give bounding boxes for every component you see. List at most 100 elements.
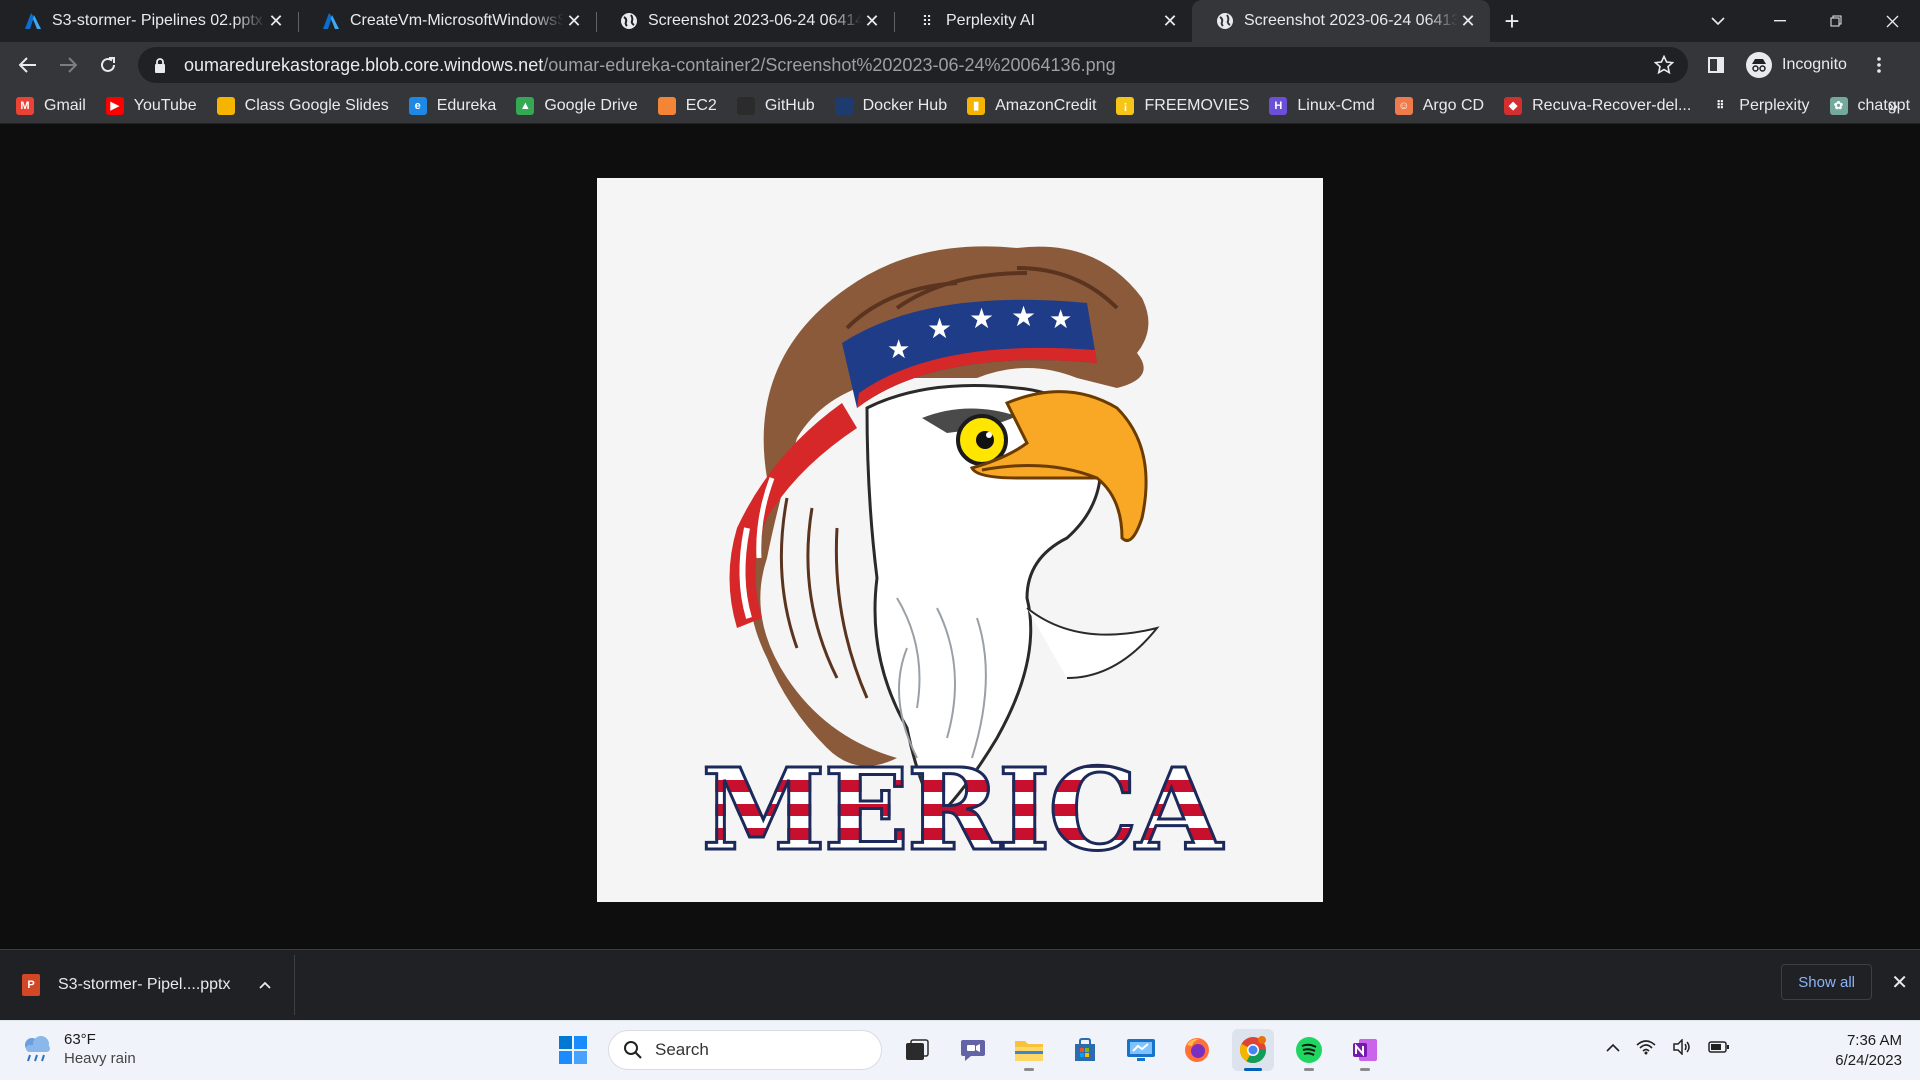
download-file-name: S3-stormer- Pipel....pptx	[58, 976, 231, 993]
bookmark-label: EC2	[685, 96, 717, 114]
close-icon[interactable]: ✕	[266, 11, 286, 31]
bookmark-item[interactable]: GitHub	[736, 96, 815, 115]
bookmarks-overflow-button[interactable]: »	[1888, 96, 1898, 117]
browser-tab-active[interactable]: Screenshot 2023-06-24 064136.p ✕	[1192, 0, 1490, 42]
star-icon[interactable]	[1654, 55, 1674, 75]
search-icon	[624, 1041, 642, 1059]
tab-search-button[interactable]	[1696, 0, 1740, 42]
firefox-icon[interactable]	[1176, 1029, 1218, 1071]
show-all-button[interactable]: Show all	[1781, 964, 1872, 1000]
bookmark-item[interactable]: Docker Hub	[834, 96, 948, 115]
bookmark-item[interactable]: H Linux-Cmd	[1269, 96, 1375, 115]
bookmark-item[interactable]: ⠿ Perplexity	[1711, 96, 1810, 115]
remote-desktop-icon[interactable]	[1120, 1029, 1162, 1071]
close-icon[interactable]: ✕	[1458, 11, 1478, 31]
bookmark-item[interactable]: EC2	[657, 96, 717, 115]
arrow-right-icon	[60, 57, 77, 73]
perplexity-icon: ⠿	[921, 12, 933, 29]
browser-tab[interactable]: ⠿ Perplexity AI ✕	[894, 0, 1192, 42]
taskbar-search[interactable]: Search	[608, 1030, 882, 1070]
download-shelf: P S3-stormer- Pipel....pptx Show all ✕	[0, 949, 1920, 1020]
taskbar-clock[interactable]: 7:36 AM 6/24/2023	[1835, 1031, 1902, 1071]
browser-tab[interactable]: Screenshot 2023-06-24 064148.p ✕	[596, 0, 894, 42]
svg-text:★: ★	[1049, 305, 1072, 335]
close-window-button[interactable]	[1864, 0, 1920, 42]
bookmark-label: FREEMOVIES	[1144, 96, 1250, 114]
teams-chat-icon[interactable]	[952, 1029, 994, 1071]
chatgpt-icon: ✿	[1829, 96, 1848, 115]
displayed-image[interactable]: ★ ★ ★ ★ ★ MERICA	[597, 178, 1323, 902]
download-item[interactable]: P S3-stormer- Pipel....pptx	[0, 955, 295, 1015]
arrow-left-icon	[19, 57, 36, 73]
wifi-icon[interactable]	[1636, 1039, 1656, 1055]
bookmark-item[interactable]: e Edureka	[408, 96, 497, 115]
file-explorer-icon[interactable]	[1008, 1029, 1050, 1071]
apps-icon: ⠿	[1711, 96, 1730, 115]
close-icon[interactable]: ✕	[1891, 970, 1908, 995]
close-icon[interactable]: ✕	[1160, 11, 1180, 31]
volume-icon[interactable]	[1672, 1039, 1692, 1055]
tab-title: CreateVm-MicrosoftWindowsServ	[350, 12, 564, 29]
globe-icon	[1216, 12, 1234, 30]
bookmark-label: Docker Hub	[862, 96, 948, 114]
close-icon[interactable]: ✕	[862, 11, 882, 31]
battery-icon[interactable]	[1708, 1040, 1730, 1054]
taskbar-apps: Search	[552, 1029, 1386, 1071]
chevron-up-icon[interactable]	[1606, 1043, 1620, 1052]
chevron-down-icon	[1711, 16, 1725, 25]
minimize-button[interactable]	[1752, 0, 1808, 42]
svg-text:★: ★	[1011, 300, 1036, 333]
browser-tab[interactable]: CreateVm-MicrosoftWindowsServ ✕	[298, 0, 596, 42]
reload-icon	[101, 57, 115, 72]
bookmark-item[interactable]: ▶ YouTube	[105, 96, 197, 115]
onenote-icon[interactable]	[1344, 1029, 1386, 1071]
forward-button[interactable]	[48, 47, 88, 83]
incognito-profile-button[interactable]: Incognito	[1746, 52, 1847, 78]
bookmark-label: YouTube	[133, 96, 197, 114]
ec2-icon	[657, 96, 676, 115]
clock-time: 7:36 AM	[1846, 1032, 1902, 1049]
system-tray	[1606, 1039, 1730, 1055]
chrome-icon[interactable]	[1232, 1029, 1274, 1071]
close-icon[interactable]: ✕	[564, 11, 584, 31]
lock-icon[interactable]	[152, 57, 168, 73]
svg-text:★: ★	[887, 335, 910, 365]
back-button[interactable]	[8, 47, 48, 83]
url-host: oumaredurekastorage.blob.core.windows.ne…	[184, 54, 544, 75]
bookmark-item[interactable]: ▮ AmazonCredit	[967, 96, 1096, 115]
tab-title: S3-stormer- Pipelines 02.pptx - M	[52, 12, 266, 29]
start-button[interactable]	[552, 1029, 594, 1071]
kebab-menu-icon	[1877, 57, 1881, 73]
restore-button[interactable]	[1808, 0, 1864, 42]
bookmark-item[interactable]: Class Google Slides	[216, 96, 389, 115]
weather-temp: 63°F	[64, 1031, 96, 1048]
tab-strip: S3-stormer- Pipelines 02.pptx - M ✕ Crea…	[0, 0, 1920, 42]
windows-taskbar: 63°F Heavy rain Search 7:36 AM 6/24/2023	[0, 1020, 1920, 1080]
microsoft-store-icon[interactable]	[1064, 1029, 1106, 1071]
reload-button[interactable]	[88, 47, 128, 83]
side-panel-icon	[1708, 57, 1724, 73]
address-bar[interactable]: oumaredurekastorage.blob.core.windows.ne…	[138, 47, 1688, 83]
spotify-icon[interactable]	[1288, 1029, 1330, 1071]
powerpoint-file-icon: P	[22, 974, 40, 996]
weather-desc: Heavy rain	[64, 1050, 136, 1067]
bookmark-item[interactable]: ▲ Google Drive	[516, 96, 638, 115]
menu-button[interactable]	[1859, 47, 1899, 83]
bookmark-item[interactable]: ¡ FREEMOVIES	[1116, 96, 1250, 115]
bookmark-item[interactable]: M Gmail	[16, 96, 86, 115]
profile-label: Incognito	[1782, 56, 1847, 73]
bookmark-label: Edureka	[436, 96, 497, 114]
running-indicator	[1304, 1068, 1314, 1071]
svg-text:★: ★	[969, 302, 994, 335]
browser-tab[interactable]: S3-stormer- Pipelines 02.pptx - M ✕	[0, 0, 298, 42]
new-tab-button[interactable]: +	[1490, 0, 1534, 42]
task-view-icon[interactable]	[896, 1029, 938, 1071]
bookmark-item[interactable]: ☺ Argo CD	[1394, 96, 1485, 115]
search-placeholder: Search	[655, 1040, 709, 1059]
bookmark-item[interactable]: ◆ Recuva-Recover-del...	[1504, 96, 1691, 115]
weather-widget[interactable]: 63°F Heavy rain	[20, 1030, 136, 1068]
chevron-up-icon[interactable]	[258, 981, 271, 989]
side-panel-button[interactable]	[1696, 47, 1736, 83]
bookmark-label: GitHub	[764, 96, 815, 114]
bookmark-label: Argo CD	[1422, 96, 1485, 114]
